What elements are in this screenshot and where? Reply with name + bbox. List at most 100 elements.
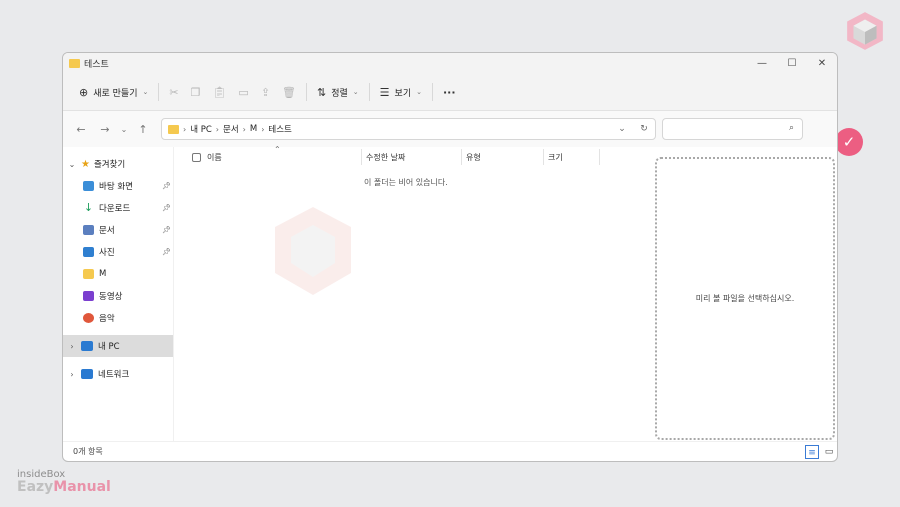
view-button[interactable]: ☰ 보기 ⌄ <box>374 79 428 105</box>
breadcrumb-test[interactable]: 테스트 <box>268 123 291 135</box>
music-icon <box>83 313 94 323</box>
title-bar: 테스트 — ☐ ✕ <box>63 53 837 74</box>
sidebar-item-pictures[interactable]: 사진 📌︎ <box>63 241 173 263</box>
more-button[interactable]: ··· <box>437 79 462 105</box>
column-divider[interactable] <box>599 149 600 165</box>
column-size[interactable]: 크기 <box>548 152 563 163</box>
close-button[interactable]: ✕ <box>807 58 837 69</box>
sidebar-item-label: 사진 <box>99 248 115 258</box>
window-controls: — ☐ ✕ <box>747 58 837 69</box>
trash-icon: 🗑︎ <box>282 85 297 99</box>
share-icon: ⇪ <box>260 85 271 99</box>
window-title: 테스트 <box>84 60 109 70</box>
column-name[interactable]: 이름 <box>207 152 222 163</box>
address-bar[interactable]: › 내 PC › 문서 › M › 테스트 ⌄ ↻ <box>161 118 656 140</box>
breadcrumb-m[interactable]: M <box>250 124 257 134</box>
preview-pane: 미리 볼 파일을 선택하십시오. <box>655 157 835 440</box>
empty-folder-message: 이 폴더는 비어 있습니다. <box>364 178 448 187</box>
document-icon <box>83 225 94 235</box>
column-modified[interactable]: 수정한 날짜 <box>366 152 405 163</box>
navigation-pane: ⌄ ★ 즐겨찾기 바탕 화면 📌︎ ↓ 다운로드 📌︎ 문서 📌︎ 사진 📌︎ … <box>63 147 173 442</box>
divider <box>306 83 308 101</box>
network-icon <box>81 369 93 379</box>
brand-manual: Manual <box>53 479 111 495</box>
chevron-right-icon: › <box>183 124 187 134</box>
copy-icon: ❐ <box>190 85 201 99</box>
plus-circle-icon: ⊕ <box>79 85 89 99</box>
chevron-right-icon: › <box>215 124 219 134</box>
sort-ascending-icon: ⌃ <box>274 145 281 154</box>
pin-icon: 📌︎ <box>162 204 171 212</box>
sidebar-item-network[interactable]: › 네트워크 <box>63 363 173 385</box>
sidebar-item-videos[interactable]: 동영상 <box>63 285 173 307</box>
picture-icon <box>83 247 94 257</box>
column-divider[interactable] <box>543 149 544 165</box>
chevron-down-icon: ⌄ <box>352 88 359 96</box>
brand-line2: EazyManual <box>17 480 111 494</box>
breadcrumb-this-pc[interactable]: 내 PC <box>190 123 212 135</box>
navigation-bar: ← → ⌄ ↑ › 내 PC › 문서 › M › 테스트 ⌄ ↻ ⌕ <box>63 111 837 147</box>
pin-icon: 📌︎ <box>162 248 171 256</box>
column-divider[interactable] <box>461 149 462 165</box>
address-dropdown-icon[interactable]: ⌄ <box>611 124 633 134</box>
delete-button[interactable]: 🗑︎ <box>276 79 302 105</box>
recent-chevron-icon[interactable]: ⌄ <box>117 125 131 134</box>
sort-button[interactable]: ⇅ 정렬 ⌄ <box>311 79 365 105</box>
breadcrumb-documents[interactable]: 문서 <box>223 123 239 135</box>
view-label: 보기 <box>394 88 412 99</box>
sidebar-item-downloads[interactable]: ↓ 다운로드 📌︎ <box>63 197 173 219</box>
minimize-button[interactable]: — <box>747 58 777 69</box>
sort-icon: ⇅ <box>317 85 327 99</box>
download-icon: ↓ <box>83 201 94 214</box>
column-header: ⌃ 이름 수정한 날짜 유형 크기 <box>174 145 649 167</box>
new-label: 새로 만들기 <box>93 88 138 99</box>
divider <box>431 83 433 101</box>
share-button[interactable]: ⇪ <box>255 79 276 105</box>
rename-button[interactable]: ▭ <box>232 79 254 105</box>
back-arrow-icon[interactable]: ← <box>69 123 93 136</box>
expand-chevron-icon[interactable]: ⌄ <box>67 160 77 169</box>
item-count: 0개 항목 <box>73 447 103 456</box>
brand-eazy: Eazy <box>17 479 54 495</box>
column-divider[interactable] <box>361 149 362 165</box>
desktop-icon <box>83 181 94 191</box>
select-all-checkbox[interactable] <box>192 152 201 162</box>
sidebar-item-desktop[interactable]: 바탕 화면 📌︎ <box>63 175 173 197</box>
sidebar-item-m[interactable]: M <box>63 263 173 285</box>
paste-icon: 📋︎ <box>212 85 227 99</box>
expand-chevron-icon[interactable]: › <box>67 370 77 379</box>
sidebar-item-label: 바탕 화면 <box>99 182 133 192</box>
search-input[interactable]: ⌕ <box>662 118 803 140</box>
paste-button[interactable]: 📋︎ <box>206 79 232 105</box>
expand-chevron-icon[interactable]: › <box>67 342 77 351</box>
sidebar-item-quick-access[interactable]: ⌄ ★ 즐겨찾기 <box>63 153 173 175</box>
chevron-down-icon: ⌄ <box>142 88 149 96</box>
tiles-view-icon[interactable]: ▭ <box>822 445 836 459</box>
new-button[interactable]: ⊕ 새로 만들기 ⌄ <box>73 79 154 105</box>
cut-icon: ✂ <box>169 85 179 99</box>
sidebar-item-documents[interactable]: 문서 📌︎ <box>63 219 173 241</box>
insidebox-logo-icon <box>847 12 883 50</box>
forward-arrow-icon[interactable]: → <box>93 123 117 136</box>
status-bar: 0개 항목 ≡ ▭ <box>63 441 837 461</box>
refresh-icon[interactable]: ↻ <box>633 124 655 134</box>
command-bar: ⊕ 새로 만들기 ⌄ ✂ ❐ 📋︎ ▭ ⇪ 🗑︎ ⇅ 정렬 ⌄ ☰ 보기 ⌄ ·… <box>63 74 837 111</box>
column-type[interactable]: 유형 <box>466 152 481 163</box>
computer-icon <box>81 341 93 351</box>
sidebar-item-label: 네트워크 <box>98 370 130 380</box>
maximize-button[interactable]: ☐ <box>777 58 807 69</box>
sidebar-item-this-pc[interactable]: › 내 PC <box>63 335 173 357</box>
file-list: ⌃ 이름 수정한 날짜 유형 크기 이 폴더는 비어 있습니다. <box>173 145 649 442</box>
explorer-window: 테스트 — ☐ ✕ ⊕ 새로 만들기 ⌄ ✂ ❐ 📋︎ ▭ ⇪ 🗑︎ ⇅ 정렬 … <box>62 52 838 462</box>
details-view-icon[interactable]: ≡ <box>805 444 819 459</box>
folder-icon <box>83 269 94 279</box>
star-icon: ★ <box>81 158 90 170</box>
chevron-right-icon: › <box>242 124 246 134</box>
copy-button[interactable]: ❐ <box>185 79 207 105</box>
folder-icon <box>168 124 179 134</box>
more-icon: ··· <box>442 85 456 99</box>
chevron-right-icon: › <box>261 124 265 134</box>
sidebar-item-music[interactable]: 음악 <box>63 307 173 329</box>
cut-button[interactable]: ✂ <box>163 79 184 105</box>
up-arrow-icon[interactable]: ↑ <box>131 123 155 136</box>
